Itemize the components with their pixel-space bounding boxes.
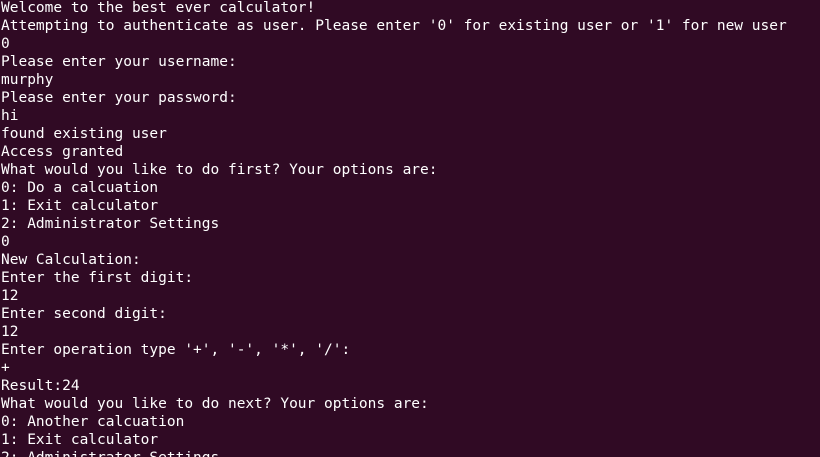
- terminal-line-option-admin-next: 2: Administrator Settings: [1, 449, 787, 457]
- terminal-line-next-options-prompt: What would you like to do next? Your opt…: [1, 396, 429, 412]
- terminal-line-access-granted: Access granted: [1, 144, 124, 160]
- terminal-line-second-digit-input: 12: [1, 324, 19, 340]
- terminal-line-auth-prompt: Attempting to authenticate as user. Plea…: [1, 18, 787, 34]
- terminal-line-option-exit: 1: Exit calculator: [1, 198, 159, 214]
- terminal-line-option-admin: 2: Administrator Settings: [1, 216, 220, 232]
- terminal-line-second-digit-prompt: Enter second digit:: [1, 306, 167, 322]
- terminal-output: Welcome to the best ever calculator! Att…: [1, 0, 787, 457]
- terminal-line-username-prompt: Please enter your username:: [1, 54, 237, 70]
- terminal-window[interactable]: Welcome to the best ever calculator! Att…: [0, 0, 820, 457]
- terminal-line-first-options-prompt: What would you like to do first? Your op…: [1, 162, 438, 178]
- terminal-line-password-input: hi: [1, 108, 19, 124]
- terminal-line-option-input: 0: [1, 234, 10, 250]
- terminal-line-result: Result:24: [1, 378, 80, 394]
- terminal-line-found-user: found existing user: [1, 126, 167, 142]
- terminal-line-new-calculation: New Calculation:: [1, 252, 141, 268]
- terminal-line-first-digit-prompt: Enter the first digit:: [1, 270, 194, 286]
- terminal-line-option-calculation: 0: Do a calcuation: [1, 180, 159, 196]
- terminal-line-option-exit-next: 1: Exit calculator: [1, 432, 159, 448]
- terminal-line-first-digit-input: 12: [1, 288, 19, 304]
- terminal-line-operation-prompt: Enter operation type '+', '-', '*', '/':: [1, 342, 351, 358]
- terminal-line-username-input: murphy: [1, 72, 54, 88]
- terminal-line-password-prompt: Please enter your password:: [1, 90, 237, 106]
- terminal-line-welcome: Welcome to the best ever calculator!: [1, 0, 316, 16]
- terminal-line-option-another: 0: Another calcuation: [1, 414, 185, 430]
- terminal-line-operation-input: +: [1, 360, 10, 376]
- terminal-line-user-input: 0: [1, 36, 10, 52]
